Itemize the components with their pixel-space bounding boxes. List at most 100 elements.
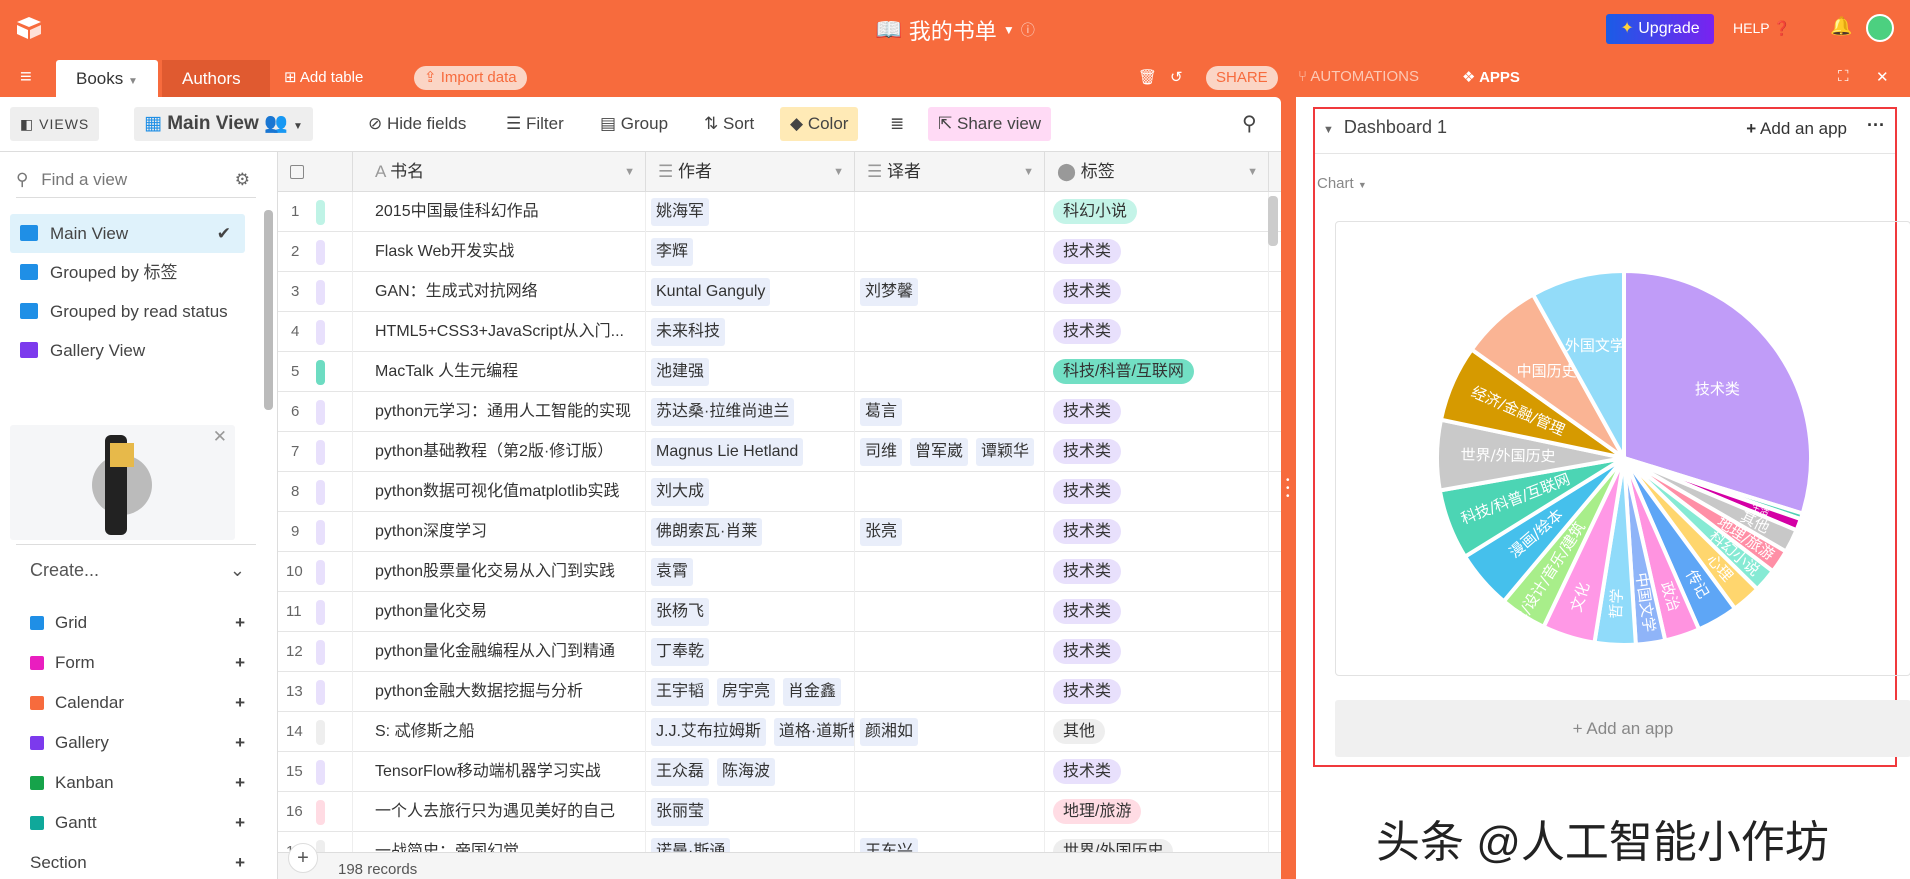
cell-translator[interactable]: 颜湘如 <box>855 712 1045 752</box>
cell-tag[interactable]: 技术类 <box>1045 272 1269 312</box>
cell-title[interactable]: python数据可视化值matplotlib实践 <box>353 472 646 512</box>
search-icon[interactable]: ⚲ <box>1232 107 1267 141</box>
linked-record-chip[interactable]: 李辉 <box>651 238 694 266</box>
cell-translator[interactable] <box>855 792 1045 832</box>
linked-record-chip[interactable]: 王宇韬 <box>651 678 710 706</box>
table-row[interactable]: 4 HTML5+CSS3+JavaScript从入门... 未来科技 技术类 <box>278 312 1281 352</box>
create-view-grid[interactable]: Grid + <box>30 608 245 638</box>
cell-author[interactable]: Magnus Lie Hetland <box>646 432 855 472</box>
trash-icon[interactable]: 🗑 <box>1138 68 1157 86</box>
table-row[interactable]: 7 python基础教程（第2版·修订版） Magnus Lie Hetland… <box>278 432 1281 472</box>
cell-translator[interactable]: 葛言 <box>855 392 1045 432</box>
cell-title[interactable]: 2015中国最佳科幻作品 <box>353 192 646 232</box>
menu-icon[interactable]: ≡ <box>20 66 32 89</box>
cell-author[interactable]: 苏达桑·拉维尚迪兰 <box>646 392 855 432</box>
cell-author[interactable]: J.J.艾布拉姆斯道格·道斯特 <box>646 712 855 752</box>
cell-translator[interactable] <box>855 672 1045 712</box>
apps-button[interactable]: ❖ APPS <box>1462 68 1520 86</box>
cell-translator[interactable] <box>855 312 1045 352</box>
cell-tag[interactable]: 技术类 <box>1045 632 1269 672</box>
info-icon[interactable]: ⓘ <box>1021 22 1035 38</box>
cell-author[interactable]: 李辉 <box>646 232 855 272</box>
cell-translator[interactable] <box>855 352 1045 392</box>
add-record-button[interactable]: + <box>288 843 318 873</box>
cell-tag[interactable]: 技术类 <box>1045 232 1269 272</box>
cell-title[interactable]: MacTalk 人生元编程 <box>353 352 646 392</box>
create-view-calendar[interactable]: Calendar + <box>30 688 245 718</box>
bell-icon[interactable]: 🔔 <box>1830 16 1852 37</box>
sidebar-view-item[interactable]: Main View ✔ <box>10 214 245 253</box>
cell-author[interactable]: 张丽莹 <box>646 792 855 832</box>
cell-title[interactable]: python股票量化交易从入门到实践 <box>353 552 646 592</box>
table-row[interactable]: 15 TensorFlow移动端机器学习实战 王众磊 陈海波 技术类 <box>278 752 1281 792</box>
linked-record-chip[interactable]: 司维 <box>860 438 903 466</box>
cell-tag[interactable]: 科技/科普/互联网 <box>1045 352 1269 392</box>
cell-tag[interactable]: 技术类 <box>1045 592 1269 632</box>
upgrade-button[interactable]: ✦ Upgrade <box>1606 14 1714 44</box>
cell-title[interactable]: python基础教程（第2版·修订版） <box>353 432 646 472</box>
find-view-input[interactable]: ⚲ Find a view ⚙ <box>16 162 256 198</box>
cell-tag[interactable]: 技术类 <box>1045 432 1269 472</box>
create-view-section[interactable]: Section + <box>30 848 245 878</box>
add-table-button[interactable]: ⊞ Add table <box>284 68 363 86</box>
linked-record-chip[interactable]: 道格·道斯特 <box>773 718 854 746</box>
view-switcher[interactable]: ▦ Main View 👥 ▼ <box>134 107 313 141</box>
table-row[interactable]: 16 一个人去旅行只为遇见美好的自己 张丽莹 地理/旅游 <box>278 792 1281 832</box>
cell-title[interactable]: python金融大数据挖掘与分析 <box>353 672 646 712</box>
create-section-toggle[interactable]: Create... ⌄ <box>30 560 245 581</box>
cell-translator[interactable]: 刘梦馨 <box>855 272 1045 312</box>
tutorial-video-card[interactable]: ✕ <box>10 425 235 540</box>
table-row[interactable]: 14 S: 忒修斯之船 J.J.艾布拉姆斯道格·道斯特 颜湘如 其他 <box>278 712 1281 752</box>
table-row[interactable]: 6 python元学习：通用人工智能的实现 苏达桑·拉维尚迪兰 葛言 技术类 <box>278 392 1281 432</box>
cell-author[interactable]: Kuntal Ganguly <box>646 272 855 312</box>
cell-translator[interactable]: 张亮 <box>855 512 1045 552</box>
filter-button[interactable]: ☰ Filter <box>496 107 574 141</box>
linked-record-chip[interactable]: 葛言 <box>860 398 903 426</box>
linked-record-chip[interactable]: 未来科技 <box>651 318 726 346</box>
table-row[interactable]: 5 MacTalk 人生元编程 池建强 科技/科普/互联网 <box>278 352 1281 392</box>
create-view-form[interactable]: Form + <box>30 648 245 678</box>
sidebar-scrollbar[interactable] <box>264 210 273 410</box>
select-all-checkbox[interactable] <box>278 152 353 192</box>
cell-translator[interactable]: 司维 曾军崴 谭颖华 <box>855 432 1045 472</box>
cell-tag[interactable]: 技术类 <box>1045 752 1269 792</box>
column-header-title[interactable]: A 书名 ▼ <box>353 152 646 192</box>
table-row[interactable]: 3 GAN：生成式对抗网络 Kuntal Ganguly 刘梦馨 技术类 <box>278 272 1281 312</box>
automations-button[interactable]: ⑂ AUTOMATIONS <box>1298 68 1419 85</box>
linked-record-chip[interactable]: 苏达桑·拉维尚迪兰 <box>651 398 795 426</box>
cell-title[interactable]: python量化金融编程从入门到精通 <box>353 632 646 672</box>
cell-title[interactable]: python元学习：通用人工智能的实现 <box>353 392 646 432</box>
share-button[interactable]: SHARE <box>1206 66 1278 90</box>
table-row[interactable]: 1 2015中国最佳科幻作品 姚海军 科幻小说 <box>278 192 1281 232</box>
create-view-gantt[interactable]: Gantt + <box>30 808 245 838</box>
cell-author[interactable]: 佛朗索瓦·肖莱 <box>646 512 855 552</box>
grid-scrollbar[interactable] <box>1268 196 1278 246</box>
close-icon[interactable]: ✕ <box>1876 68 1889 86</box>
sidebar-view-item[interactable]: Grouped by read status <box>10 292 245 331</box>
linked-record-chip[interactable]: 肖金鑫 <box>783 678 842 706</box>
cell-author[interactable]: 刘大成 <box>646 472 855 512</box>
linked-record-chip[interactable]: 佛朗索瓦·肖莱 <box>651 518 763 546</box>
dashboard-title[interactable]: ▼ Dashboard 1 <box>1323 117 1447 138</box>
cell-tag[interactable]: 技术类 <box>1045 672 1269 712</box>
avatar[interactable] <box>1866 14 1894 42</box>
sidebar-view-item[interactable]: Grouped by 标签 <box>10 253 245 292</box>
fullscreen-icon[interactable]: ⛶ <box>1838 68 1849 85</box>
help-button[interactable]: HELP ❓ <box>1733 20 1791 37</box>
views-toggle[interactable]: ◧ VIEWS <box>10 107 100 141</box>
cell-translator[interactable] <box>855 192 1045 232</box>
linked-record-chip[interactable]: 池建强 <box>651 358 710 386</box>
linked-record-chip[interactable]: Kuntal Ganguly <box>651 278 771 306</box>
tab-books[interactable]: Books ▼ <box>56 60 158 97</box>
cell-author[interactable]: 张杨飞 <box>646 592 855 632</box>
more-icon[interactable]: ··· <box>1867 115 1885 136</box>
linked-record-chip[interactable]: Magnus Lie Hetland <box>651 438 804 466</box>
chart-app-title[interactable]: Chart ▼ <box>1317 175 1367 192</box>
linked-record-chip[interactable]: J.J.艾布拉姆斯 <box>651 718 766 746</box>
column-header-translator[interactable]: ☰ 译者 ▼ <box>855 152 1045 192</box>
gear-icon[interactable]: ⚙ <box>235 162 250 198</box>
add-app-button[interactable]: + Add an app <box>1746 119 1847 139</box>
table-row[interactable]: 12 python量化金融编程从入门到精通 丁奉乾 技术类 <box>278 632 1281 672</box>
linked-record-chip[interactable]: 陈海波 <box>717 758 776 786</box>
cell-translator[interactable] <box>855 232 1045 272</box>
